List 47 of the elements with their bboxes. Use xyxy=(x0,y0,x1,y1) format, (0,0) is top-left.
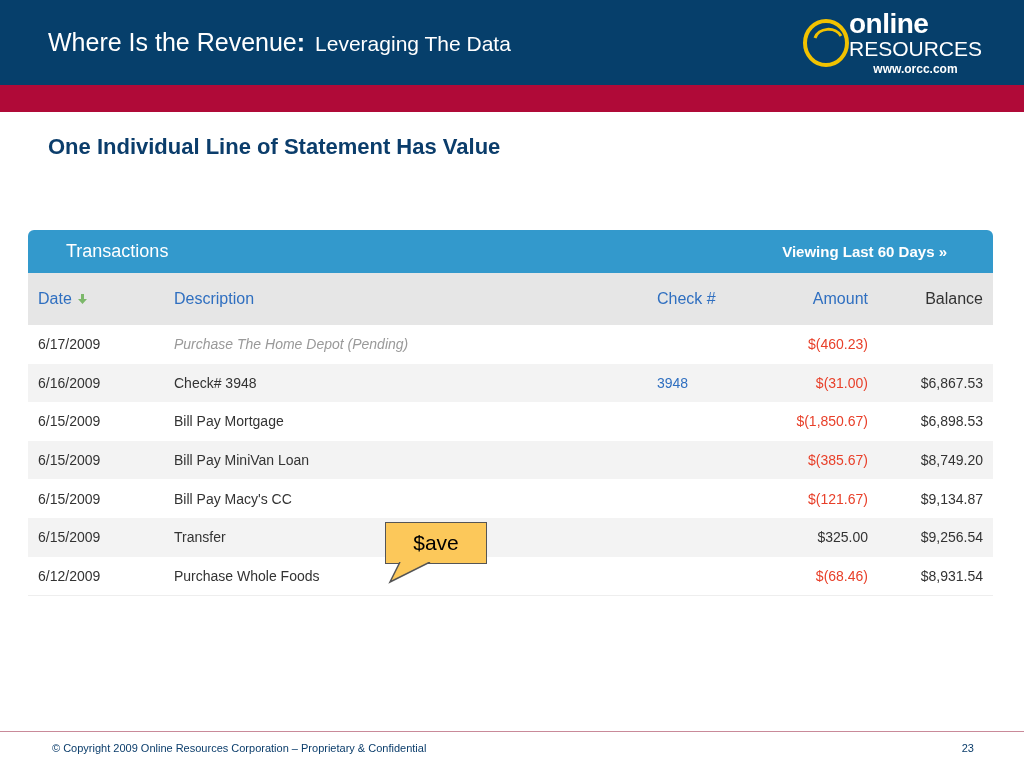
amount-cell: $(460.23) xyxy=(808,336,868,353)
amount-cell: $325.00 xyxy=(817,529,868,546)
sort-arrow-icon xyxy=(77,294,87,304)
balance-cell: $8,931.54 xyxy=(920,567,983,584)
balance-cell: $6,898.53 xyxy=(920,413,983,430)
date-cell: 6/15/2009 xyxy=(38,452,101,469)
slide-heading: One Individual Line of Statement Has Value xyxy=(47,133,502,161)
column-header: Balance xyxy=(925,290,983,308)
date-cell: 6/16/2009 xyxy=(38,374,101,391)
slide-title: Where Is the Revenue xyxy=(48,28,297,57)
date-cell: 6/15/2009 xyxy=(38,529,101,546)
date-cell: 6/17/2009 xyxy=(38,336,101,353)
column-header[interactable]: Amount xyxy=(812,290,868,308)
column-header[interactable]: Date xyxy=(38,290,72,308)
description-cell: Bill Pay Mortgage xyxy=(174,413,284,430)
balance-cell: $9,134.87 xyxy=(920,490,983,507)
callout-tail-icon xyxy=(388,562,432,584)
balance-cell: $9,256.54 xyxy=(920,529,983,546)
description-cell: Check# 3948 xyxy=(174,374,257,391)
page-number: 23 xyxy=(961,742,974,754)
amount-cell: $(121.67) xyxy=(808,490,868,507)
check-number-link[interactable]: 3948 xyxy=(657,374,689,391)
column-header[interactable]: Check # xyxy=(657,290,716,308)
amount-cell: $(68.46) xyxy=(815,567,868,584)
panel-title: Transactions xyxy=(66,241,169,262)
amount-cell: $(31.00) xyxy=(815,374,868,391)
description-cell: Purchase Whole Foods xyxy=(174,567,320,584)
logo-word: online xyxy=(848,10,929,38)
balance-cell: $8,749.20 xyxy=(920,452,983,469)
description-cell: Purchase The Home Depot (Pending) xyxy=(174,336,409,353)
date-cell: 6/15/2009 xyxy=(38,413,101,430)
date-cell: 6/12/2009 xyxy=(38,567,101,584)
column-header[interactable]: Description xyxy=(174,290,255,308)
copyright-text: © Copyright 2009 Online Resources Corporation – Proprietary & Confidential xyxy=(52,742,427,754)
date-range-link[interactable]: Viewing Last 60 Days » xyxy=(782,243,947,260)
description-cell: Bill Pay Macy's CC xyxy=(174,490,292,507)
logo-word: RESOURCES xyxy=(848,38,982,59)
date-cell: 6/15/2009 xyxy=(38,490,101,507)
logo-url: www.orcc.com xyxy=(873,63,958,75)
title-colon: : xyxy=(296,28,306,57)
description-cell: Bill Pay MiniVan Loan xyxy=(174,452,310,469)
amount-cell: $(1,850.67) xyxy=(796,413,868,430)
amount-cell: $(385.67) xyxy=(808,452,868,469)
balance-cell: $6,867.53 xyxy=(920,374,983,391)
ring-logo-icon xyxy=(800,17,849,68)
description-cell: Transfer xyxy=(174,529,226,546)
slide-subtitle: Leveraging The Data xyxy=(315,32,511,56)
